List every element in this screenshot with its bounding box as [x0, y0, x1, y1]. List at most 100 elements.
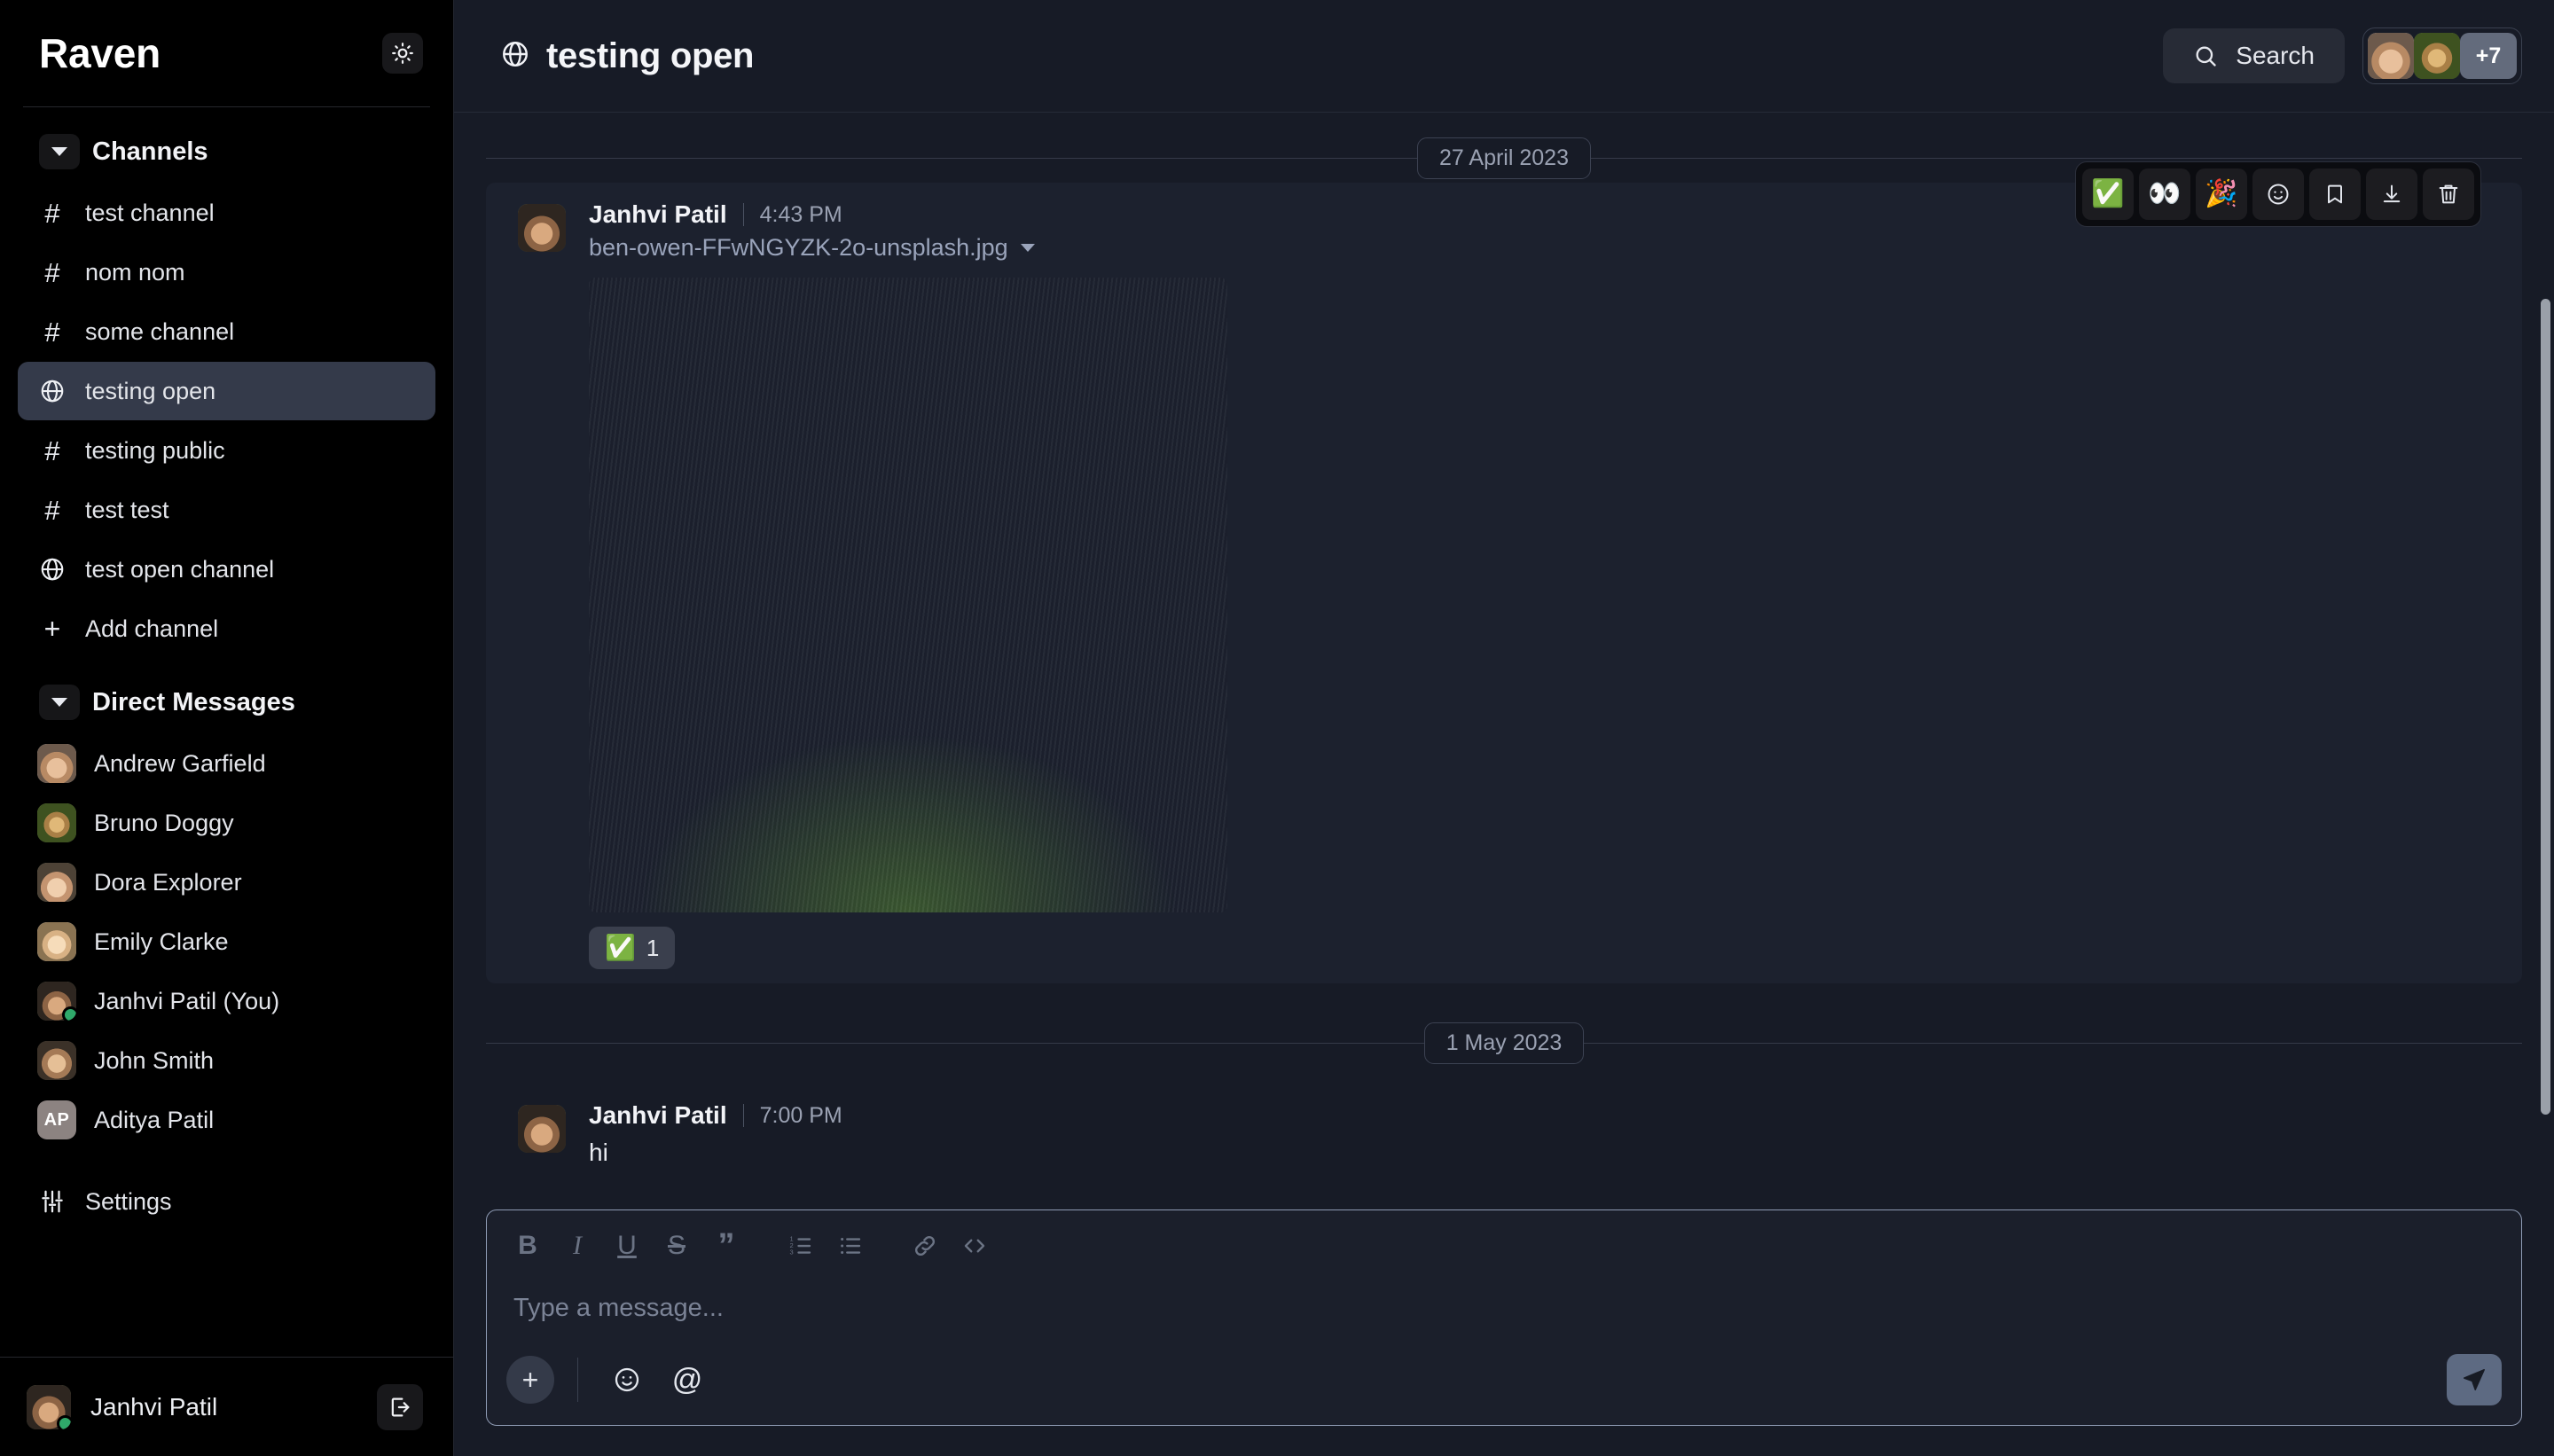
download-icon [2383, 184, 2401, 203]
react-party-button[interactable]: 🎉 [2196, 168, 2247, 220]
mention-button[interactable]: @ [662, 1354, 713, 1405]
italic-button[interactable]: I [552, 1223, 602, 1269]
message-hover-toolbar[interactable]: ✅ 👀 🎉 [2075, 161, 2481, 227]
sidebar-item-label: testing open [85, 377, 216, 404]
sidebar-item-test-open-channel[interactable]: test open channel [18, 540, 435, 599]
ordered-list-button[interactable]: 1 2 3 [776, 1223, 826, 1269]
message-text: hi [589, 1139, 608, 1166]
avatar [37, 982, 76, 1021]
sidebar-item-testing-open[interactable]: testing open [18, 362, 435, 420]
dm-item-label: Aditya Patil [94, 1106, 215, 1133]
attach-button[interactable]: + [506, 1356, 554, 1404]
strikethrough-button[interactable]: S [652, 1223, 701, 1269]
avatar [37, 922, 76, 961]
dm-item-label: Andrew Garfield [94, 749, 266, 777]
bullet-list-button[interactable] [826, 1223, 875, 1269]
message-composer[interactable]: B I U S ” 1 2 3 Type a message... + @ [486, 1209, 2522, 1426]
globe-icon [37, 556, 67, 583]
avatar [37, 863, 76, 902]
sun-icon [392, 43, 413, 64]
globe-icon [37, 378, 67, 404]
member-overflow-count: +7 [2460, 33, 2517, 79]
message-item[interactable]: Janhvi Patil 7:00 PM hi [486, 1084, 2522, 1186]
sidebar-item-test-channel[interactable]: # test channel [18, 184, 435, 242]
sidebar-item-some-channel[interactable]: # some channel [18, 302, 435, 361]
attachment-image[interactable] [589, 278, 1227, 912]
current-user-avatar[interactable] [27, 1384, 71, 1429]
sidebar-item-test-test[interactable]: # test test [18, 481, 435, 539]
check-emoji-icon: ✅ [2091, 179, 2125, 208]
sidebar-item-nom-nom[interactable]: # nom nom [18, 243, 435, 301]
date-separator: 1 May 2023 [454, 1022, 2554, 1064]
online-indicator [57, 1414, 71, 1429]
sidebar-item-bruno-doggy[interactable]: Bruno Doggy [18, 794, 435, 852]
sidebar-item-label: test open channel [85, 555, 275, 583]
dm-item-label: Emily Clarke [94, 928, 229, 955]
attachment-filename[interactable]: ben-owen-FFwNGYZK-2o-unsplash.jpg [589, 234, 2490, 262]
chevron-down-icon[interactable] [1020, 244, 1035, 252]
channels-section-header[interactable]: Channels [16, 125, 437, 178]
react-check-button[interactable]: ✅ [2082, 168, 2134, 220]
reaction-chip[interactable]: ✅ 1 [589, 927, 676, 969]
code-button[interactable] [950, 1223, 999, 1269]
theme-toggle-button[interactable] [382, 33, 423, 74]
dm-collapse-toggle[interactable] [39, 685, 80, 720]
sidebar-item-settings[interactable]: Settings [18, 1172, 435, 1231]
message-scrollbar[interactable] [2539, 226, 2552, 1209]
settings-label: Settings [85, 1187, 172, 1215]
sidebar-item-label: testing public [85, 436, 225, 464]
react-eyes-button[interactable]: 👀 [2139, 168, 2190, 220]
date-separator-label: 1 May 2023 [1423, 1022, 1585, 1064]
sidebar: Raven Channels # test channel # nom nom [0, 0, 454, 1456]
bookmark-button[interactable] [2309, 168, 2361, 220]
download-button[interactable] [2366, 168, 2417, 220]
sidebar-item-andrew-garfield[interactable]: Andrew Garfield [18, 734, 435, 793]
bold-button[interactable]: B [503, 1223, 552, 1269]
search-button[interactable]: Search [2163, 28, 2345, 83]
blockquote-button[interactable]: ” [701, 1223, 751, 1269]
message-timestamp: 7:00 PM [759, 1102, 842, 1128]
attachment-filename-text: ben-owen-FFwNGYZK-2o-unsplash.jpg [589, 234, 1008, 261]
sidebar-item-dora-explorer[interactable]: Dora Explorer [18, 853, 435, 912]
message-author: Janhvi Patil [589, 1101, 727, 1129]
channels-collapse-toggle[interactable] [39, 134, 80, 169]
sidebar-item-testing-public[interactable]: # testing public [18, 421, 435, 480]
sidebar-item-label: test test [85, 496, 169, 523]
scrollbar-thumb[interactable] [2541, 299, 2550, 1115]
dm-section-header[interactable]: Direct Messages [16, 676, 437, 729]
message-input[interactable]: Type a message... [487, 1278, 2521, 1354]
globe-icon [500, 39, 530, 74]
member-avatar-stack[interactable]: +7 [2362, 27, 2522, 84]
avatar [37, 744, 76, 783]
divider [577, 1358, 578, 1402]
link-button[interactable] [900, 1223, 950, 1269]
message-item[interactable]: ✅ 👀 🎉 Janhvi Patil 4:43 PM ben-owen-FFwN… [486, 161, 2522, 983]
avatar [2414, 33, 2460, 79]
sidebar-item-emily-clarke[interactable]: Emily Clarke [18, 912, 435, 971]
avatar [37, 1041, 76, 1080]
search-label: Search [2236, 42, 2315, 69]
puppy-photo [589, 278, 1227, 912]
channel-title[interactable]: testing open [500, 36, 2145, 76]
hash-icon: # [44, 256, 60, 288]
add-reaction-button[interactable] [2252, 168, 2304, 220]
channel-topbar: testing open Search +7 [454, 0, 2554, 113]
message-author: Janhvi Patil [589, 200, 727, 228]
emoji-button[interactable] [601, 1354, 653, 1405]
logout-button[interactable] [377, 1383, 423, 1430]
send-button[interactable] [2447, 1354, 2502, 1405]
sidebar-item-aditya-patil[interactable]: AP Aditya Patil [18, 1091, 435, 1149]
sidebar-header: Raven [0, 0, 453, 106]
delete-button[interactable] [2423, 168, 2474, 220]
add-channel-button[interactable]: + Add channel [18, 599, 435, 658]
formatting-toolbar: B I U S ” 1 2 3 [487, 1210, 2521, 1278]
sidebar-item-john-smith[interactable]: John Smith [18, 1031, 435, 1090]
avatar-initials-text: AP [43, 1109, 70, 1130]
composer-wrapper: B I U S ” 1 2 3 Type a message... + @ [454, 1209, 2554, 1456]
chevron-down-icon [51, 147, 67, 156]
sidebar-item-janhvi-patil-you[interactable]: Janhvi Patil (You) [18, 972, 435, 1030]
hash-icon: # [44, 494, 60, 526]
avatar [518, 204, 566, 252]
underline-button[interactable]: U [602, 1223, 652, 1269]
avatar [37, 803, 76, 842]
